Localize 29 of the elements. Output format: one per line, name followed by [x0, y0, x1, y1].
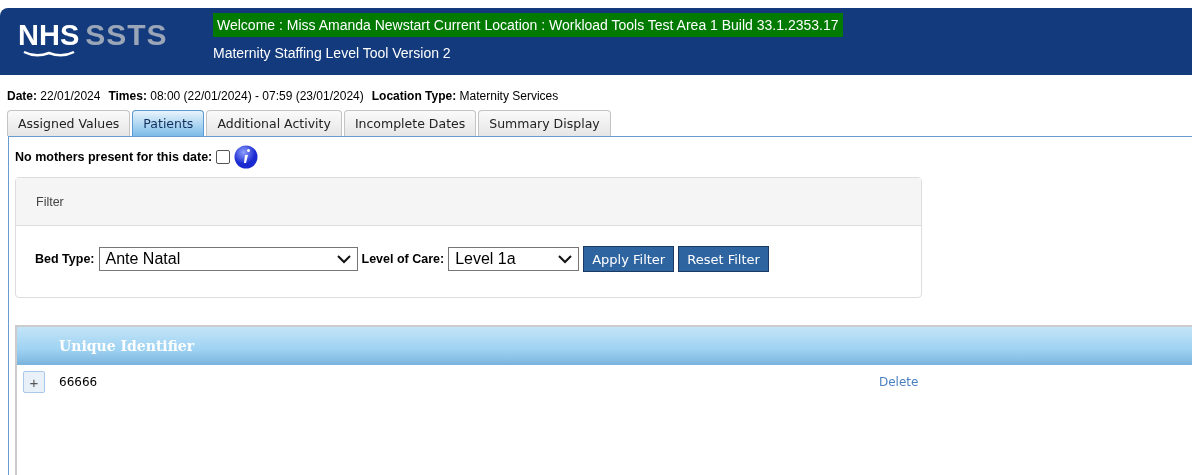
expand-button[interactable]: + [23, 371, 45, 393]
level-of-care-select[interactable]: Level 1a [448, 247, 580, 271]
info-text: Date: 22/01/2024 [7, 89, 101, 103]
field-label: Level of Care: [361, 252, 445, 266]
logo-text: NHS [18, 20, 80, 50]
app-subtitle: Maternity Staffing Level Tool Version 2 [213, 45, 451, 61]
tab[interactable]: Assigned Values [7, 110, 131, 136]
chevron-down-icon [558, 254, 573, 264]
column-header: Unique Identifier [59, 338, 195, 354]
filter-button[interactable]: Apply Filter [583, 246, 675, 272]
info-icon[interactable] [234, 145, 259, 169]
logo-text: SSTS [85, 20, 168, 50]
welcome-banner: Welcome : Miss Amanda Newstart Current Location : Workload Tools Test Area 1 Build 33.1.2353.17 [213, 13, 843, 37]
swoosh-icon [22, 50, 75, 58]
checkbox[interactable] [216, 150, 231, 164]
field-label: Bed Type: [35, 252, 95, 266]
info-text: Location Type: Maternity Services [371, 89, 559, 103]
filter-button[interactable]: Reset Filter [678, 246, 769, 272]
chevron-down-icon [336, 254, 351, 264]
filter-title: Filter [36, 194, 64, 209]
tab[interactable]: Summary Display [478, 110, 611, 136]
checkbox-label: No mothers present for this date: [15, 150, 213, 164]
info-text: Times: 08:00 (22/01/2024) - 07:59 (23/01/2024) [108, 89, 364, 103]
bed-type-select[interactable]: Ante Natal [98, 247, 358, 271]
tab[interactable]: Additional Activity [206, 110, 342, 136]
tab[interactable]: Incomplete Dates [343, 110, 477, 136]
delete-link[interactable]: Delete [879, 375, 919, 389]
table-cell-text: 66666 [59, 375, 99, 389]
tab[interactable]: Patients [132, 110, 205, 136]
